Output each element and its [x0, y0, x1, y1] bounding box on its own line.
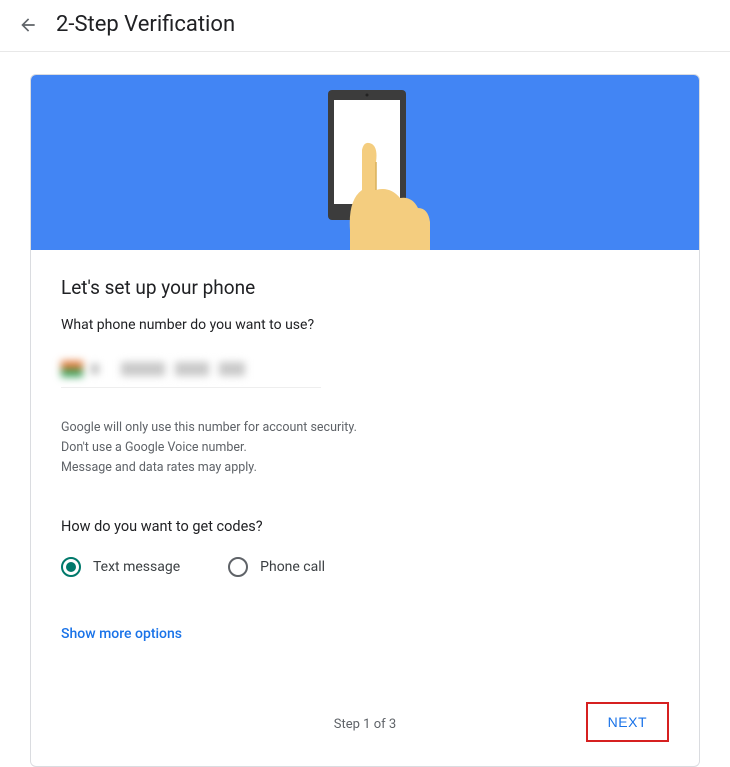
- back-arrow-icon[interactable]: [16, 13, 40, 37]
- radio-text-message[interactable]: Text message: [61, 557, 180, 577]
- next-button[interactable]: NEXT: [586, 702, 669, 742]
- card-footer: Step 1 of 3 NEXT: [61, 702, 669, 746]
- radio-selected-icon: [61, 557, 81, 577]
- radio-phone-call[interactable]: Phone call: [228, 557, 325, 577]
- disclaimer-line: Don't use a Google Voice number.: [61, 438, 669, 458]
- radio-unselected-icon: [228, 557, 248, 577]
- country-flag-icon[interactable]: [61, 361, 83, 377]
- radio-group: Text message Phone call: [61, 557, 669, 577]
- country-dropdown-icon[interactable]: [91, 364, 99, 374]
- phone-number-input[interactable]: [121, 362, 245, 376]
- phone-question: What phone number do you want to use?: [61, 317, 669, 333]
- page-header: 2-Step Verification: [0, 0, 730, 52]
- show-more-options-link[interactable]: Show more options: [61, 626, 182, 642]
- radio-label: Text message: [93, 559, 180, 575]
- phone-input-row[interactable]: [61, 361, 669, 377]
- radio-label: Phone call: [260, 559, 325, 575]
- setup-heading: Let's set up your phone: [61, 276, 669, 299]
- phone-hand-icon: [290, 90, 440, 250]
- disclaimer-text: Google will only use this number for acc…: [61, 418, 669, 478]
- input-underline: [61, 387, 321, 388]
- card-content: Let's set up your phone What phone numbe…: [31, 250, 699, 766]
- setup-card: Let's set up your phone What phone numbe…: [30, 74, 700, 767]
- page-title: 2-Step Verification: [56, 12, 235, 37]
- codes-heading: How do you want to get codes?: [61, 518, 669, 535]
- disclaimer-line: Google will only use this number for acc…: [61, 418, 669, 438]
- disclaimer-line: Message and data rates may apply.: [61, 458, 669, 478]
- step-indicator: Step 1 of 3: [334, 717, 396, 732]
- hero-illustration: [31, 75, 699, 250]
